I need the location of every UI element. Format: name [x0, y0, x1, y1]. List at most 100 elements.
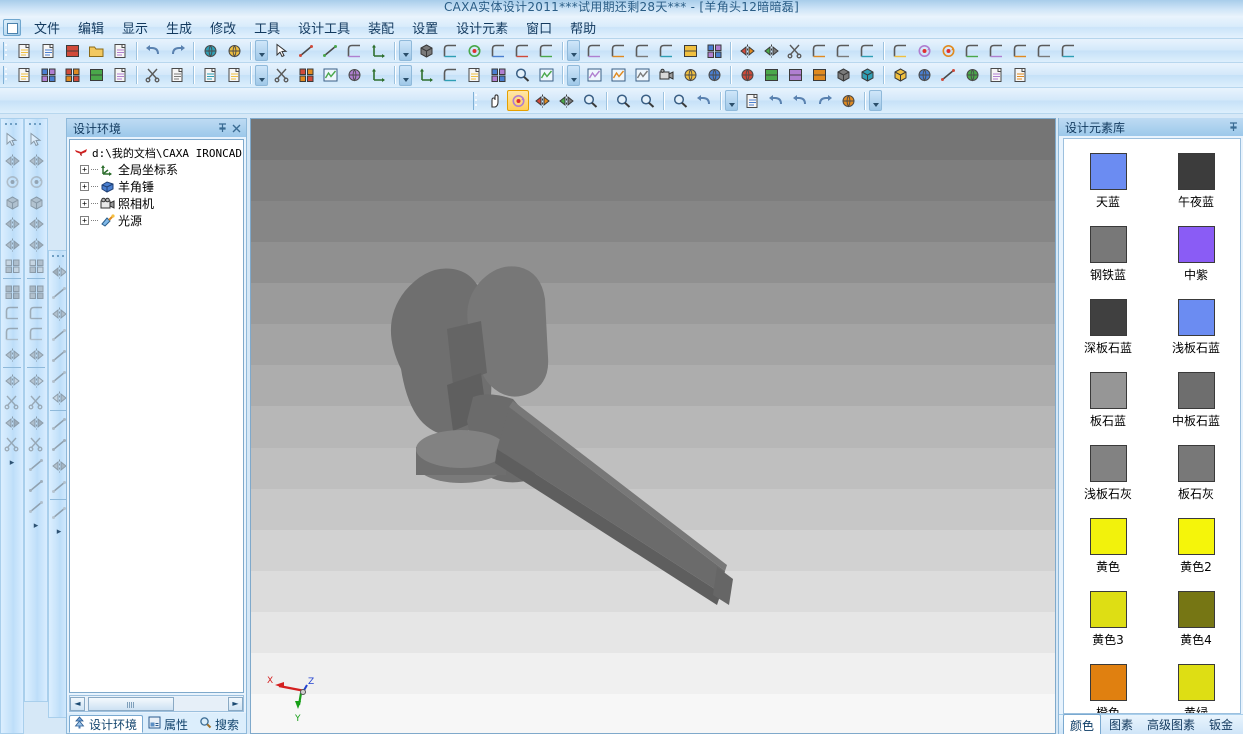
toolbar-button-texture[interactable] [736, 65, 758, 86]
toolbar-overflow-button[interactable] [725, 90, 738, 111]
color-swatch-chip[interactable] [1178, 591, 1215, 628]
expander-icon[interactable]: + [80, 216, 89, 225]
toolbar-button-boolean[interactable] [679, 40, 701, 61]
toolbar-button-new-document[interactable] [13, 40, 35, 61]
toolbar-button-material[interactable] [703, 65, 725, 86]
toolbar-button-rib[interactable] [985, 40, 1007, 61]
toolbar-button-shadow[interactable] [808, 65, 830, 86]
catalog-tab-colors[interactable]: 颜色 [1063, 714, 1101, 734]
pin-icon[interactable] [216, 122, 229, 135]
tool-button-select-tool[interactable] [25, 129, 47, 150]
toolbar-button-chamfer[interactable] [631, 40, 653, 61]
color-swatch-chip[interactable] [1090, 153, 1127, 190]
toolbar-overflow-button[interactable]: ▸ [52, 525, 66, 537]
toolbar-button-render-quality[interactable] [961, 65, 983, 86]
color-swatch-chip[interactable] [1090, 372, 1127, 409]
toolbar-button-section[interactable] [535, 65, 557, 86]
tool-button-fillet-face[interactable] [25, 302, 47, 323]
color-swatch-item[interactable]: 橙色 [1064, 664, 1152, 714]
tool-button-height-dim[interactable] [25, 496, 47, 517]
toolbar-button-groove[interactable] [1033, 40, 1055, 61]
toolbar-overflow-button[interactable] [399, 65, 412, 86]
scroll-right-button[interactable]: ► [228, 697, 243, 711]
toolbar-button-import[interactable] [61, 40, 83, 61]
toolbar-button-fillet[interactable] [607, 40, 629, 61]
tool-button-arrow-right[interactable] [1, 344, 23, 365]
toolbar-button-sheet[interactable] [463, 65, 485, 86]
color-swatch-chip[interactable] [1178, 372, 1215, 409]
toolbar-button-render[interactable] [199, 40, 221, 61]
toolbar-button-hole[interactable] [583, 40, 605, 61]
toolbar-button-camera-next[interactable] [813, 90, 835, 111]
toolbar-button-camera-save[interactable] [741, 90, 763, 111]
tool-button-divide[interactable] [1, 370, 23, 391]
menu-item-help[interactable]: 帮助 [561, 16, 605, 39]
tool-button-circle-tool[interactable] [25, 150, 47, 171]
toolbar-button-mirror[interactable] [736, 40, 758, 61]
color-swatch-chip[interactable] [1090, 518, 1127, 555]
toolbar-button-graph[interactable] [319, 65, 341, 86]
toolbar-button-zoom[interactable] [579, 90, 601, 111]
toolbar-grip[interactable] [473, 92, 479, 110]
toolbar-button-surface-finish[interactable] [439, 65, 461, 86]
color-swatch-item[interactable]: 浅板石灰 [1064, 445, 1152, 502]
color-swatch-chip[interactable] [1090, 591, 1127, 628]
color-swatch-item[interactable]: 浅板石蓝 [1152, 299, 1240, 356]
color-swatch-chip[interactable] [1090, 226, 1127, 263]
toolbar-button-coordinate[interactable] [367, 40, 389, 61]
app-icon[interactable] [3, 19, 21, 36]
toolbar-button-loft[interactable] [511, 40, 533, 61]
toolbar-button-point[interactable] [295, 40, 317, 61]
color-swatch-item[interactable]: 中板石蓝 [1152, 372, 1240, 429]
toolbar-button-open-folder[interactable] [85, 40, 107, 61]
menu-item-settings[interactable]: 设置 [403, 16, 447, 39]
toolbar-button-camera-prev[interactable] [789, 90, 811, 111]
toolbar-grip[interactable] [27, 121, 45, 128]
toolbar-button-open-part[interactable] [166, 65, 188, 86]
tree-horizontal-scrollbar[interactable]: ◄ ► [69, 695, 244, 712]
toolbar-button-sweep[interactable] [487, 40, 509, 61]
toolbar-button-anchor[interactable] [415, 65, 437, 86]
tree-node-coordinate-system[interactable]: + 全局坐标系 [72, 161, 241, 178]
expander-icon[interactable]: + [80, 199, 89, 208]
tool-button-rotate-tool[interactable] [1, 171, 23, 192]
toolbar-button-background[interactable] [784, 65, 806, 86]
color-swatch-item[interactable]: 黄色4 [1152, 591, 1240, 648]
toolbar-button-save[interactable] [109, 40, 131, 61]
close-icon[interactable] [230, 122, 243, 135]
tool-button-box-tool[interactable] [25, 192, 47, 213]
toolbar-button-globe[interactable] [343, 65, 365, 86]
toolbar-button-select-help[interactable] [271, 40, 293, 61]
color-swatch-item[interactable]: 黄色 [1064, 518, 1152, 575]
toolbar-button-link[interactable] [85, 65, 107, 86]
tool-button-array-tool[interactable] [25, 255, 47, 276]
toolbar-button-save-as-part[interactable] [223, 65, 245, 86]
color-swatch-item[interactable]: 黄色2 [1152, 518, 1240, 575]
toolbar-button-spring[interactable] [937, 40, 959, 61]
tree-node-camera[interactable]: + 照相机 [72, 195, 241, 212]
toolbar-button-split[interactable] [784, 40, 806, 61]
expander-icon[interactable]: + [80, 182, 89, 191]
toolbar-button-scale[interactable] [760, 40, 782, 61]
toolbar-grip[interactable] [3, 121, 21, 128]
toolbar-button-wrap[interactable] [856, 40, 878, 61]
tool-button-step-tool[interactable] [1, 213, 23, 234]
toolbar-button-camera-restore[interactable] [765, 90, 787, 111]
menu-item-design-tools[interactable]: 设计工具 [289, 16, 359, 39]
tree-node-hammer[interactable]: + 羊角锤 [72, 178, 241, 195]
toolbar-button-bend[interactable] [1057, 40, 1079, 61]
catalog-tab-shapes[interactable]: 图素 [1103, 714, 1139, 734]
toolbar-button-thread[interactable] [961, 40, 983, 61]
toolbar-button-wireframe[interactable] [889, 65, 911, 86]
toolbar-button-measure[interactable] [511, 65, 533, 86]
toolbar-button-walk[interactable] [531, 90, 553, 111]
menu-item-modify[interactable]: 修改 [201, 16, 245, 39]
toolbar-button-undo[interactable] [142, 40, 164, 61]
toolbar-button-open-sheet[interactable] [37, 40, 59, 61]
toolbar-button-interference[interactable] [607, 65, 629, 86]
toolbar-button-fly[interactable] [555, 90, 577, 111]
menu-item-edit[interactable]: 编辑 [69, 16, 113, 39]
tab-properties[interactable]: 属性 [144, 715, 194, 733]
tool-button-chamfer-face[interactable] [25, 323, 47, 344]
tool-button-select-tool[interactable] [1, 129, 23, 150]
